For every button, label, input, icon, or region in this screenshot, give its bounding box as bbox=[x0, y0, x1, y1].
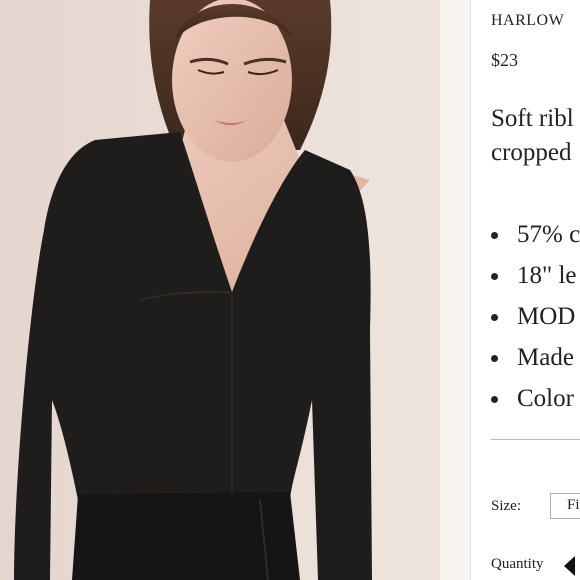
size-label: Size: bbox=[491, 498, 521, 514]
triangle-left-icon[interactable] bbox=[564, 556, 575, 576]
feature-item: Color bbox=[491, 378, 580, 419]
section-divider bbox=[491, 439, 580, 440]
product-price: $23 bbox=[491, 50, 518, 70]
description-line: Soft ribl bbox=[491, 105, 574, 132]
size-select[interactable]: Fi bbox=[550, 493, 580, 519]
product-details-panel: HARLOW $23 Soft ribl cropped 57% c 18" l… bbox=[471, 0, 580, 580]
product-title: HARLOW bbox=[491, 12, 565, 29]
product-description: Soft ribl cropped bbox=[491, 102, 574, 170]
feature-item: 57% c bbox=[491, 214, 580, 255]
feature-item: MOD bbox=[491, 296, 580, 337]
quantity-label: Quantity bbox=[491, 556, 544, 572]
feature-list: 57% c 18" le MOD Made Color bbox=[491, 214, 580, 419]
feature-item: 18" le bbox=[491, 255, 580, 296]
product-photo bbox=[0, 0, 440, 580]
feature-item: Made bbox=[491, 337, 580, 378]
gutter bbox=[440, 0, 470, 580]
description-line: cropped bbox=[491, 139, 572, 166]
model-image bbox=[0, 0, 440, 580]
